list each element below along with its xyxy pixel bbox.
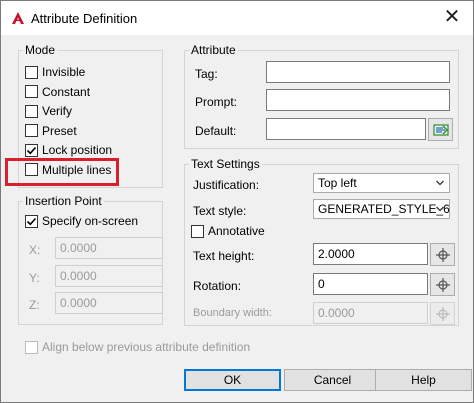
chevron-down-icon: [436, 206, 444, 212]
annotative-label: Annotative: [208, 224, 265, 238]
attribute-group-label: Attribute: [189, 43, 238, 57]
default-field[interactable]: [266, 118, 426, 140]
mode-group-label: Mode: [23, 43, 58, 57]
specify-on-screen-checkbox[interactable]: Specify on-screen: [25, 213, 138, 229]
boundary-width-pick-button[interactable]: [430, 302, 455, 325]
crosshair-pick-icon: [435, 306, 450, 321]
text-height-value: 2.0000: [318, 247, 355, 261]
help-button[interactable]: Help: [375, 369, 472, 391]
invisible-box: [25, 65, 38, 79]
insert-field-button[interactable]: [428, 118, 453, 141]
z-label: Z:: [29, 298, 40, 312]
y-label: Y:: [29, 271, 40, 285]
cancel-button[interactable]: Cancel: [284, 369, 381, 391]
verify-label: Verify: [42, 104, 73, 118]
text-settings-group-label: Text Settings: [189, 157, 262, 171]
boundary-width-value: 0.0000: [318, 306, 355, 320]
boundary-width-field[interactable]: 0.0000: [313, 302, 428, 324]
invisible-label: Invisible: [42, 65, 86, 79]
ok-button[interactable]: OK: [184, 369, 281, 391]
text-style-value: GENERATED_STYLE_6: [318, 202, 450, 216]
lock-position-box: [25, 143, 38, 157]
constant-label: Constant: [42, 84, 91, 99]
invisible-checkbox[interactable]: Invisible: [25, 64, 85, 80]
rotation-pick-button[interactable]: [430, 273, 455, 296]
tag-label: Tag:: [195, 67, 218, 81]
rotation-field[interactable]: 0: [313, 273, 428, 295]
justification-label: Justification:: [193, 178, 260, 192]
title-bar: Attribute Definition ✕: [1, 1, 473, 35]
lock-position-label: Lock position: [42, 143, 113, 157]
constant-box: [25, 85, 38, 98]
x-label: X:: [29, 243, 41, 257]
rotation-value: 0: [318, 277, 325, 291]
rotation-label: Rotation:: [193, 279, 242, 293]
justification-value: Top left: [318, 176, 357, 190]
insertion-point-group-label: Insertion Point: [23, 194, 104, 208]
attribute-definition-dialog: Attribute Definition ✕ Mode Invisible Con…: [0, 0, 474, 403]
z-value: 0.0000: [60, 296, 97, 310]
justification-dropdown[interactable]: Top left: [313, 173, 450, 193]
verify-box: [25, 104, 38, 118]
text-height-field[interactable]: 2.0000: [313, 243, 428, 265]
prompt-label: Prompt:: [195, 95, 238, 109]
multiple-lines-highlight-box: [5, 158, 119, 186]
chevron-down-icon: [436, 180, 444, 186]
align-below-box: [25, 340, 38, 354]
x-value: 0.0000: [60, 241, 97, 255]
preset-box: [25, 124, 38, 137]
text-height-label: Text height:: [193, 249, 255, 263]
y-field[interactable]: 0.0000: [55, 265, 163, 287]
window-title: Attribute Definition: [31, 10, 138, 26]
crosshair-pick-icon: [435, 277, 450, 292]
x-field[interactable]: 0.0000: [55, 237, 163, 259]
verify-checkbox[interactable]: Verify: [25, 103, 72, 119]
autocad-a-icon: [12, 12, 24, 24]
crosshair-pick-icon: [435, 247, 450, 262]
annotative-checkbox[interactable]: Annotative: [191, 223, 265, 239]
align-below-label: Align below previous attribute definitio…: [42, 340, 251, 354]
prompt-field[interactable]: [266, 89, 450, 111]
constant-checkbox[interactable]: Constant: [25, 84, 90, 100]
boundary-width-label: Boundary width:: [193, 307, 272, 319]
specify-on-screen-label: Specify on-screen: [42, 214, 139, 228]
lock-position-checkbox[interactable]: Lock position: [25, 142, 112, 158]
y-value: 0.0000: [60, 269, 97, 283]
z-field[interactable]: 0.0000: [55, 292, 163, 314]
checkmark-icon: [26, 146, 37, 154]
tag-field[interactable]: [266, 61, 450, 83]
text-style-dropdown[interactable]: GENERATED_STYLE_6: [313, 199, 450, 219]
insert-field-icon: [432, 123, 449, 136]
close-icon: ✕: [443, 6, 461, 28]
default-label: Default:: [195, 124, 237, 138]
close-button[interactable]: ✕: [443, 6, 461, 28]
text-style-label: Text style:: [193, 204, 247, 218]
text-height-pick-button[interactable]: [430, 243, 455, 266]
annotative-box: [191, 224, 204, 238]
preset-label: Preset: [42, 123, 77, 138]
specify-on-screen-box: [25, 214, 38, 228]
align-below-checkbox[interactable]: Align below previous attribute definitio…: [25, 339, 250, 355]
checkmark-icon: [26, 217, 37, 225]
preset-checkbox[interactable]: Preset: [25, 123, 77, 139]
